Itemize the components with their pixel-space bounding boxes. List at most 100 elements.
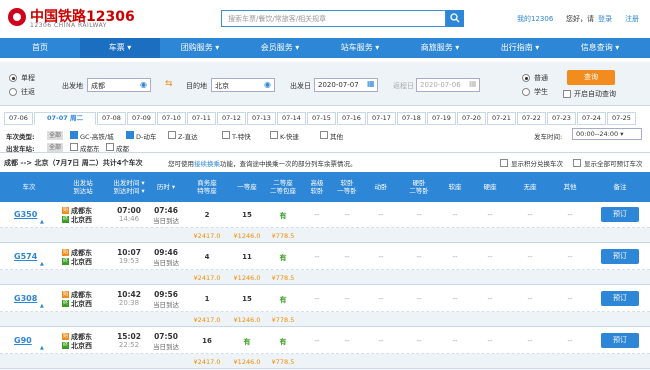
date-tab[interactable]: 07-11 bbox=[187, 112, 216, 125]
terminal-station-icon: 终 bbox=[62, 300, 69, 307]
search-button[interactable] bbox=[446, 10, 464, 27]
login-link[interactable]: 登录 bbox=[598, 14, 612, 24]
nav-item[interactable]: 站车服务 ▾ bbox=[320, 38, 400, 58]
book-button[interactable]: 预订 bbox=[601, 249, 639, 264]
second-class-price: ¥778.5 bbox=[271, 232, 295, 240]
terminal-station-icon: 终 bbox=[62, 342, 69, 349]
swap-stations-icon[interactable]: ⇆ bbox=[165, 79, 173, 89]
nav-item[interactable]: 信息查询 ▾ bbox=[560, 38, 640, 58]
student-ticket-radio[interactable] bbox=[522, 88, 530, 96]
auto-query-checkbox[interactable] bbox=[563, 90, 571, 98]
column-header-line1: 软座 bbox=[448, 183, 462, 191]
date-tab[interactable]: 07-21 bbox=[487, 112, 516, 125]
expand-stops-icon[interactable]: ▲ bbox=[40, 345, 44, 351]
date-tab[interactable]: 07-17 bbox=[367, 112, 396, 125]
bookable-trains-checkbox[interactable] bbox=[573, 159, 581, 167]
train-type-checkbox[interactable] bbox=[168, 131, 176, 139]
date-tab[interactable]: 07-19 bbox=[427, 112, 456, 125]
business-seat-count: 4 bbox=[204, 253, 210, 261]
transfer-tip-post: 功能，查询途中换乘一次的部分列车余票情况。 bbox=[220, 160, 357, 168]
expand-stops-icon[interactable]: ▲ bbox=[40, 303, 44, 309]
date-tab[interactable]: 07-09 bbox=[127, 112, 156, 125]
seat-unavailable: -- bbox=[378, 253, 384, 261]
date-tab[interactable]: 07-06 bbox=[4, 112, 33, 125]
second-class-count: 有 bbox=[279, 296, 287, 304]
column-header-line1: 出发站 bbox=[73, 179, 93, 187]
train-number-link[interactable]: G308 bbox=[14, 294, 37, 303]
seat-unavailable: -- bbox=[527, 211, 533, 219]
nav-item[interactable]: 商旅服务 ▾ bbox=[400, 38, 480, 58]
depart-station-checkbox[interactable] bbox=[106, 143, 114, 151]
expand-stops-icon[interactable]: ▲ bbox=[40, 219, 44, 225]
nav-item[interactable]: 车票 ▾ bbox=[80, 38, 160, 58]
arrival-station[interactable]: 北京西 bbox=[71, 257, 92, 267]
date-tab[interactable]: 07-24 bbox=[577, 112, 606, 125]
column-header: 动卧 bbox=[364, 172, 398, 202]
depart-time-select[interactable]: 00:00--24:00 ▾ bbox=[572, 128, 642, 140]
date-tab[interactable]: 07-13 bbox=[247, 112, 276, 125]
calendar-icon[interactable]: ▦ bbox=[469, 79, 477, 88]
arrival-station[interactable]: 北京西 bbox=[71, 215, 92, 225]
train-type-checkbox[interactable] bbox=[126, 131, 134, 139]
book-button[interactable]: 预订 bbox=[601, 291, 639, 306]
seat-unavailable: -- bbox=[567, 295, 573, 303]
seat-unavailable: -- bbox=[416, 337, 422, 345]
date-tab[interactable]: 07-15 bbox=[307, 112, 336, 125]
arrival-time: 22:52 bbox=[118, 341, 140, 349]
train-type-checkbox[interactable] bbox=[320, 131, 328, 139]
arrival-station[interactable]: 北京西 bbox=[71, 341, 92, 351]
seat-unavailable: -- bbox=[344, 253, 350, 261]
expand-stops-icon[interactable]: ▲ bbox=[40, 261, 44, 267]
nav-item[interactable]: 首页 bbox=[0, 38, 80, 58]
train-type-label: T-特快 bbox=[232, 133, 251, 141]
one-way-radio[interactable] bbox=[9, 74, 17, 82]
calendar-icon[interactable]: ▦ bbox=[367, 79, 375, 88]
depart-station-label: 出发车站: bbox=[6, 145, 35, 153]
business-seat-count: 2 bbox=[204, 211, 210, 219]
location-pin-icon: ◉ bbox=[140, 80, 147, 89]
train-type-all[interactable]: 全部 bbox=[47, 131, 64, 140]
train-number-link[interactable]: G350 bbox=[14, 210, 37, 219]
round-trip-radio[interactable] bbox=[9, 88, 17, 96]
depart-station-checkbox[interactable] bbox=[70, 143, 78, 151]
book-button[interactable]: 预订 bbox=[601, 207, 639, 222]
train-type-checkbox[interactable] bbox=[222, 131, 230, 139]
nav-item[interactable]: 团购服务 ▾ bbox=[160, 38, 240, 58]
normal-ticket-label: 普通 bbox=[534, 74, 548, 82]
search-input[interactable]: 搜索车票/餐饮/常旅客/相关规章 bbox=[221, 10, 446, 27]
departure-time: 15:02 bbox=[117, 332, 141, 341]
origin-station-icon: 始 bbox=[62, 333, 69, 340]
column-header-line1: 其他 bbox=[563, 183, 577, 191]
train-type-label: Z-直达 bbox=[178, 133, 198, 141]
departure-time: 10:07 bbox=[117, 248, 141, 257]
my-12306-link[interactable]: 我的12306 bbox=[517, 14, 553, 24]
column-header-line1: 软卧 bbox=[340, 179, 354, 187]
normal-ticket-radio[interactable] bbox=[522, 74, 530, 82]
date-tab[interactable]: 07-07 周二 bbox=[34, 112, 96, 125]
date-tab[interactable]: 07-25 bbox=[607, 112, 636, 125]
date-tab[interactable]: 07-22 bbox=[517, 112, 546, 125]
date-tab[interactable]: 07-10 bbox=[157, 112, 186, 125]
train-number-link[interactable]: G90 bbox=[14, 336, 32, 345]
depart-station-all[interactable]: 全部 bbox=[47, 143, 64, 152]
date-tab[interactable]: 07-16 bbox=[337, 112, 366, 125]
column-header: 软座 bbox=[440, 172, 470, 202]
nav-item[interactable]: 会员服务 ▾ bbox=[240, 38, 320, 58]
query-button[interactable]: 查询 bbox=[567, 70, 615, 85]
train-number-link[interactable]: G574 bbox=[14, 252, 37, 261]
duration: 09:56 bbox=[154, 290, 178, 299]
date-tab[interactable]: 07-23 bbox=[547, 112, 576, 125]
points-trains-checkbox[interactable] bbox=[500, 159, 508, 167]
register-link[interactable]: 注册 bbox=[625, 14, 639, 24]
date-tab[interactable]: 07-08 bbox=[97, 112, 126, 125]
arrival-station[interactable]: 北京西 bbox=[71, 299, 92, 309]
transfer-link[interactable]: 接续换乘 bbox=[194, 160, 220, 168]
date-tab[interactable]: 07-20 bbox=[457, 112, 486, 125]
nav-item[interactable]: 出行指南 ▾ bbox=[480, 38, 560, 58]
train-type-checkbox[interactable] bbox=[270, 131, 278, 139]
book-button[interactable]: 预订 bbox=[601, 333, 639, 348]
date-tab[interactable]: 07-12 bbox=[217, 112, 246, 125]
date-tab[interactable]: 07-18 bbox=[397, 112, 426, 125]
date-tab[interactable]: 07-14 bbox=[277, 112, 306, 125]
train-type-checkbox[interactable] bbox=[70, 131, 78, 139]
